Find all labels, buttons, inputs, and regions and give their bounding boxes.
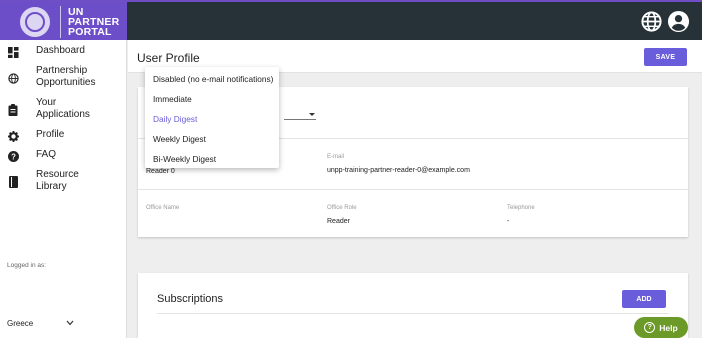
subscriptions-title: Subscriptions	[157, 293, 224, 305]
sidebar-item-label: Partnership Opportunities	[36, 65, 96, 88]
email-value: unpp-training-partner-reader-0@example.c…	[327, 167, 470, 174]
clipboard-icon	[7, 104, 19, 116]
help-label: Help	[659, 322, 678, 333]
menu-option-disabled[interactable]: Disabled (no e-mail notifications)	[145, 69, 279, 89]
globe-icon	[7, 72, 19, 84]
sidebar-item-resource-library[interactable]: Resource Library	[0, 169, 86, 193]
un-partner-portal-logo[interactable]: UN PARTNER PORTAL	[0, 2, 127, 42]
office-role-label: Office Role	[327, 205, 357, 211]
dashboard-icon	[7, 46, 19, 58]
gear-icon	[7, 130, 19, 142]
logged-in-label: Logged in as:	[7, 262, 47, 269]
sidebar-item-faq[interactable]: ? FAQ	[0, 149, 56, 162]
sidebar-item-label: Profile	[36, 129, 65, 140]
account-icon[interactable]	[667, 10, 690, 38]
menu-option-weekly-digest[interactable]: Weekly Digest	[145, 129, 279, 149]
logo-line-3: PORTAL	[68, 26, 112, 38]
country-selector[interactable]: Greece	[7, 319, 74, 328]
logo-divider	[60, 6, 61, 38]
page-title: User Profile	[137, 51, 200, 65]
sidebar-item-label: FAQ	[36, 149, 57, 160]
add-subscription-button[interactable]: ADD	[622, 290, 666, 308]
svg-text:?: ?	[11, 152, 16, 161]
divider	[138, 189, 688, 190]
name-value: Reader 0	[146, 168, 175, 175]
help-button[interactable]: ? Help	[634, 317, 688, 338]
telephone-label: Telephone	[507, 205, 535, 211]
help-circle-icon: ?	[7, 150, 19, 162]
country-value: Greece	[7, 319, 34, 328]
sidebar-item-your-applications[interactable]: Your Applications	[0, 97, 91, 121]
notification-frequency-menu: Disabled (no e-mail notifications) Immed…	[145, 67, 279, 168]
sidebar-item-label: Dashboard	[36, 45, 85, 56]
sidebar-item-label: Your Applications	[36, 97, 90, 120]
sidebar: Dashboard Partnership Opportunities Your…	[0, 40, 127, 338]
logo-text: UN PARTNER PORTAL	[68, 7, 119, 38]
globe-icon[interactable]	[640, 10, 663, 38]
sidebar-item-partnership-opportunities[interactable]: Partnership Opportunities	[0, 65, 106, 89]
sidebar-item-profile[interactable]: Profile	[0, 129, 64, 142]
office-name-label: Office Name	[146, 205, 180, 211]
email-label: E-mail	[327, 154, 345, 160]
select-arrow-icon[interactable]	[309, 113, 315, 116]
sidebar-item-label: Resource Library	[36, 169, 79, 192]
subscriptions-card: Subscriptions ADD	[138, 273, 688, 338]
question-icon: ?	[644, 322, 656, 333]
top-bar: UN PARTNER PORTAL	[0, 0, 702, 42]
book-icon	[7, 176, 19, 188]
chevron-down-icon	[66, 319, 74, 328]
office-role-value: Reader	[327, 218, 350, 225]
divider	[157, 313, 669, 314]
telephone-value: -	[507, 218, 510, 225]
notification-frequency-select[interactable]	[284, 119, 316, 120]
menu-option-daily-digest[interactable]: Daily Digest	[145, 109, 279, 129]
menu-option-bi-weekly-digest[interactable]: Bi-Weekly Digest	[145, 149, 279, 169]
save-button[interactable]: SAVE	[644, 48, 687, 66]
un-emblem-icon	[20, 7, 50, 37]
sidebar-item-dashboard[interactable]: Dashboard	[0, 45, 85, 58]
menu-option-immediate[interactable]: Immediate	[145, 89, 279, 109]
